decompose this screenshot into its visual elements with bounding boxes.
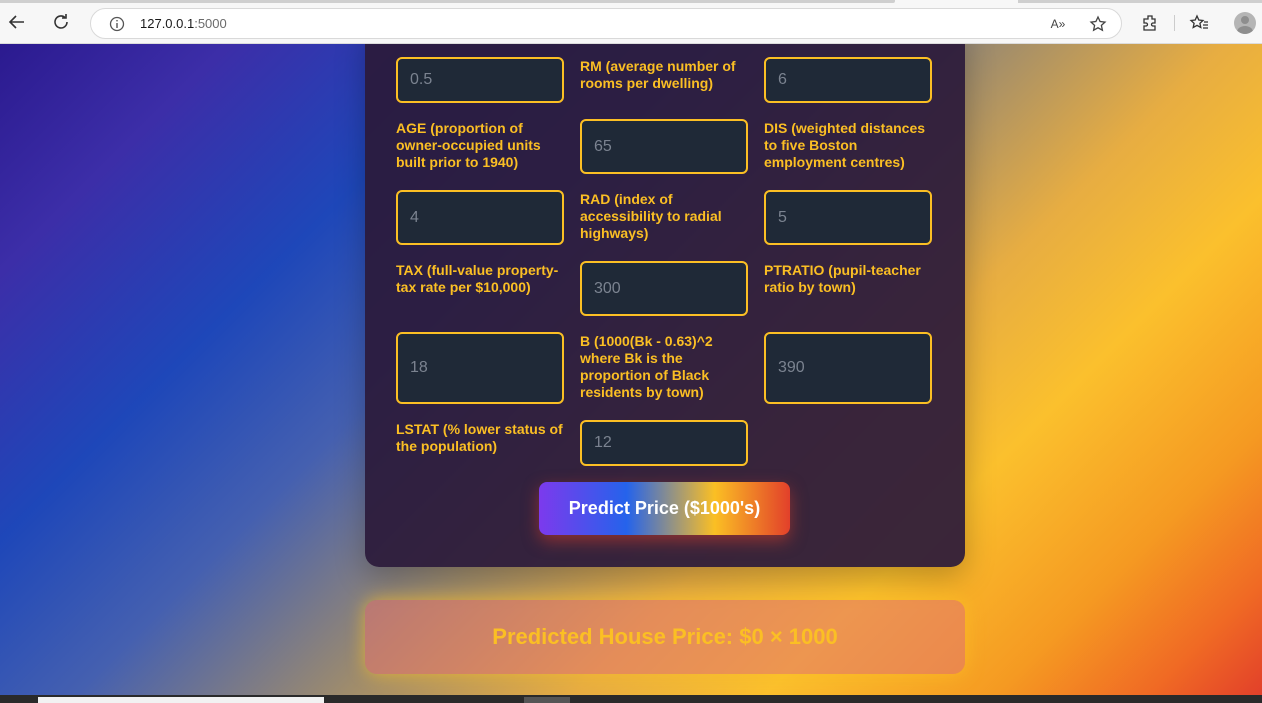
url-host: 127.0.0.1 [140,16,195,31]
tax-label: TAX (full-value property-tax rate per $1… [396,262,559,295]
toolbar-divider [1174,15,1175,31]
lstat-input[interactable]: 12 [580,420,748,466]
url-port: :5000 [194,16,227,31]
age-label: AGE (proportion of owner-occupied units … [396,120,541,170]
tax-input[interactable]: 300 [580,261,748,316]
extensions-icon[interactable] [1140,13,1160,33]
dis-label: DIS (weighted distances to five Boston e… [764,120,926,170]
predicted-price-text: Predicted House Price: $0 × 1000 [492,624,838,649]
result-box: Predicted House Price: $0 × 1000 [365,600,965,674]
b-input[interactable]: 390 [764,332,932,404]
site-info-icon[interactable] [109,16,125,32]
ptratio-input[interactable]: 18 [396,332,564,404]
url-text[interactable]: 127.0.0.1:5000 [140,16,227,31]
rm-input[interactable]: 6 [764,57,932,103]
profile-avatar-icon[interactable] [1234,12,1256,34]
read-aloud-icon[interactable]: A» [1049,15,1067,33]
b-label: B (1000(Bk - 0.63)^2 where Bk is the pro… [580,333,713,400]
reload-icon[interactable] [50,11,72,33]
lstat-label: LSTAT (% lower status of the population) [396,421,563,454]
favorite-star-icon[interactable] [1089,15,1107,33]
taskbar-edge [0,695,1262,703]
taskbar-segment-active [524,697,570,703]
rad-label: RAD (index of accessibility to radial hi… [580,191,722,241]
page-background: 0.5 RM (average number of rooms per dwel… [0,44,1262,695]
predict-price-button[interactable]: Predict Price ($1000's) [539,482,790,535]
back-arrow-icon[interactable] [6,11,28,33]
dis-input[interactable]: 4 [396,190,564,245]
tab-strip-edge [0,0,895,3]
rad-input[interactable]: 5 [764,190,932,245]
taskbar-segment [38,697,324,703]
rm-label: RM (average number of rooms per dwelling… [580,58,736,91]
age-input[interactable]: 65 [580,119,748,174]
tab-strip-edge-right [1018,0,1262,3]
favorites-icon[interactable] [1189,13,1209,33]
crim-input[interactable]: 0.5 [396,57,564,103]
browser-toolbar: 127.0.0.1:5000 A» [0,0,1262,44]
ptratio-label: PTRATIO (pupil-teacher ratio by town) [764,262,921,295]
address-bar[interactable]: 127.0.0.1:5000 A» [90,8,1122,39]
